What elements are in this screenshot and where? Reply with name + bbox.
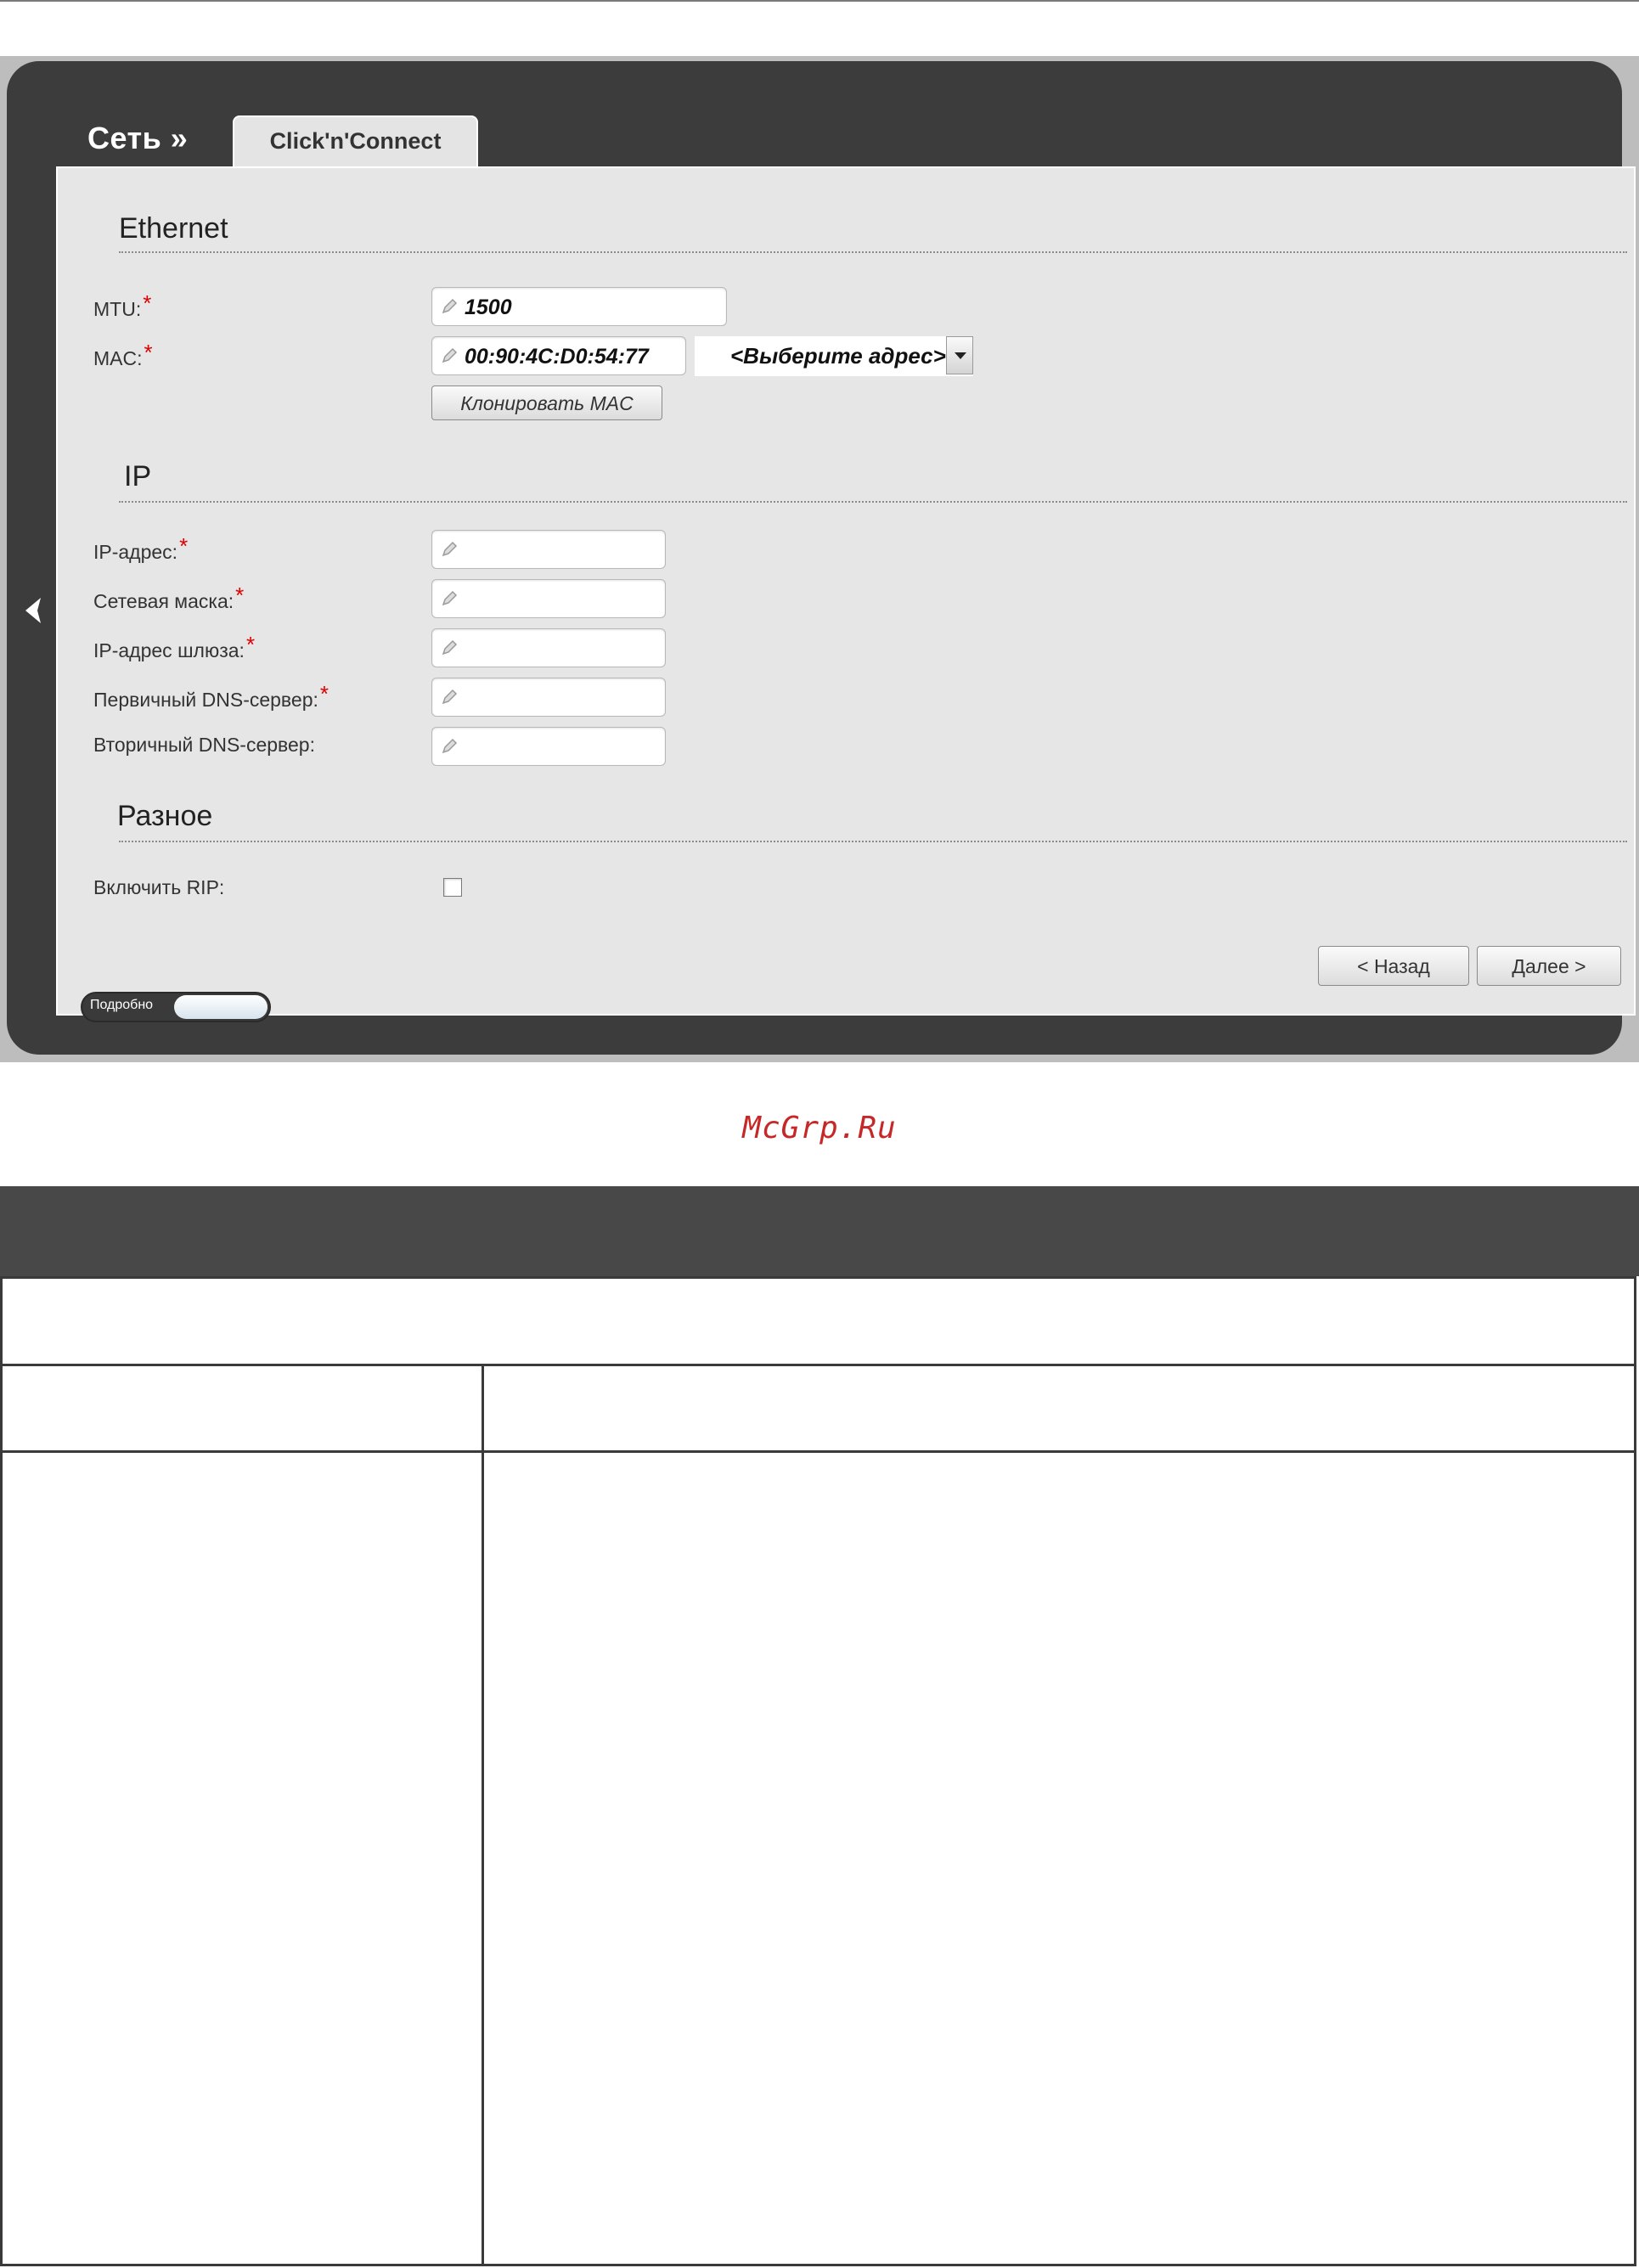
settings-panel: Ethernet MTU:* 1500 MAC:* 00:90:4C:D0:54… xyxy=(56,166,1636,1022)
mac-select-value: <Выберите адрес> xyxy=(730,343,946,369)
gateway-label: IP-адрес шлюза:* xyxy=(93,632,256,661)
section-title-ip: IP xyxy=(124,460,152,492)
details-toggle[interactable]: Подробно xyxy=(81,992,271,1022)
pencil-icon xyxy=(442,347,458,363)
watermark-text: McGrp.Ru xyxy=(742,1111,897,1145)
table-row-divider xyxy=(3,1364,1634,1366)
router-web-interface: Сеть » Click'n'Connect Ethernet MTU:* 15… xyxy=(7,61,1636,1055)
section-divider xyxy=(119,841,1627,842)
router-screenshot: Сеть » Click'n'Connect Ethernet MTU:* 15… xyxy=(0,56,1639,1062)
description-table xyxy=(0,1186,1639,2268)
secondary-dns-input[interactable] xyxy=(431,727,666,766)
netmask-label: Сетевая маска:* xyxy=(93,582,245,612)
pencil-icon xyxy=(442,689,458,705)
left-arrow-icon[interactable] xyxy=(22,596,42,625)
pencil-icon xyxy=(442,639,458,656)
top-rule xyxy=(0,0,1639,2)
netmask-input[interactable] xyxy=(431,579,666,618)
chevron-down-icon[interactable] xyxy=(946,336,973,374)
required-marker: * xyxy=(245,632,256,657)
section-title-ethernet: Ethernet xyxy=(119,212,228,245)
table-column-divider xyxy=(482,1366,484,2264)
section-title-misc: Разное xyxy=(117,800,213,832)
section-divider xyxy=(119,251,1627,253)
primary-dns-label: Первичный DNS-сервер:* xyxy=(93,681,329,711)
rip-checkbox[interactable] xyxy=(443,878,462,897)
toggle-knob[interactable] xyxy=(174,995,268,1019)
pencil-icon xyxy=(442,738,458,754)
table-header-bar xyxy=(0,1186,1639,1276)
required-marker: * xyxy=(235,582,245,608)
back-button[interactable]: < Назад xyxy=(1318,946,1469,986)
mac-value: 00:90:4C:D0:54:77 xyxy=(465,345,649,369)
mtu-label: MTU:* xyxy=(93,290,152,320)
secondary-dns-label: Вторичный DNS-сервер: xyxy=(93,734,315,756)
table-body xyxy=(0,1276,1636,2266)
rip-label: Включить RIP: xyxy=(93,876,225,898)
primary-dns-input[interactable] xyxy=(431,678,666,717)
table-row-divider xyxy=(3,1450,1634,1453)
tab-click-n-connect[interactable]: Click'n'Connect xyxy=(233,115,478,166)
required-marker: * xyxy=(143,290,152,316)
mac-label: MAC:* xyxy=(93,340,153,369)
details-toggle-label: Подробно xyxy=(90,998,154,1012)
breadcrumb[interactable]: Сеть » xyxy=(87,121,188,156)
mac-input[interactable]: 00:90:4C:D0:54:77 xyxy=(431,336,686,375)
mac-address-select[interactable]: <Выберите адрес> xyxy=(695,336,973,376)
required-marker: * xyxy=(179,533,189,559)
section-divider xyxy=(119,501,1627,503)
next-button[interactable]: Далее > xyxy=(1477,946,1621,986)
pencil-icon xyxy=(442,298,458,314)
pencil-icon xyxy=(442,541,458,557)
clone-mac-button[interactable]: Клонировать MAC xyxy=(431,386,662,420)
required-marker: * xyxy=(319,681,329,706)
mtu-value: 1500 xyxy=(465,295,512,319)
ip-address-input[interactable] xyxy=(431,530,666,569)
gateway-input[interactable] xyxy=(431,628,666,667)
mtu-input[interactable]: 1500 xyxy=(431,287,727,326)
pencil-icon xyxy=(442,590,458,606)
required-marker: * xyxy=(144,340,153,365)
ip-address-label: IP-адрес:* xyxy=(93,533,189,563)
